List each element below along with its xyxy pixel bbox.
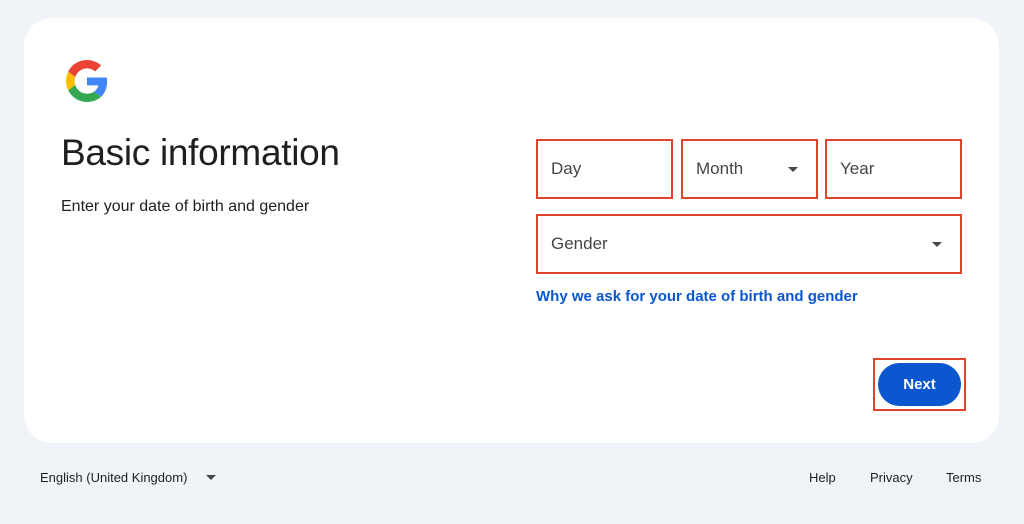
year-input[interactable]: Year xyxy=(825,139,962,199)
language-label: English (United Kingdom) xyxy=(40,470,188,485)
day-placeholder: Day xyxy=(551,159,582,178)
next-button-highlight: Next xyxy=(873,358,966,411)
chevron-down-icon xyxy=(206,475,217,480)
help-link[interactable]: Help xyxy=(809,470,836,485)
why-we-ask-link[interactable]: Why we ask for your date of birth and ge… xyxy=(536,288,858,305)
footer: English (United Kingdom) Help Privacy Te… xyxy=(0,462,1024,492)
privacy-link[interactable]: Privacy xyxy=(870,470,913,485)
terms-link[interactable]: Terms xyxy=(946,470,981,485)
month-select[interactable]: Month xyxy=(681,139,818,199)
page-subtitle: Enter your date of birth and gender xyxy=(61,198,310,215)
page-title: Basic information xyxy=(61,132,340,173)
language-selector[interactable]: English (United Kingdom) xyxy=(40,470,217,485)
year-placeholder: Year xyxy=(840,159,875,178)
signup-card: Basic information Enter your date of bir… xyxy=(24,18,999,443)
google-logo-icon xyxy=(66,60,108,102)
month-placeholder: Month xyxy=(696,159,744,178)
day-input[interactable]: Day xyxy=(536,139,673,199)
gender-select[interactable]: Gender xyxy=(536,214,962,274)
gender-placeholder: Gender xyxy=(551,234,608,253)
chevron-down-icon xyxy=(932,241,942,247)
chevron-down-icon xyxy=(788,166,798,172)
next-button[interactable]: Next xyxy=(878,363,961,406)
